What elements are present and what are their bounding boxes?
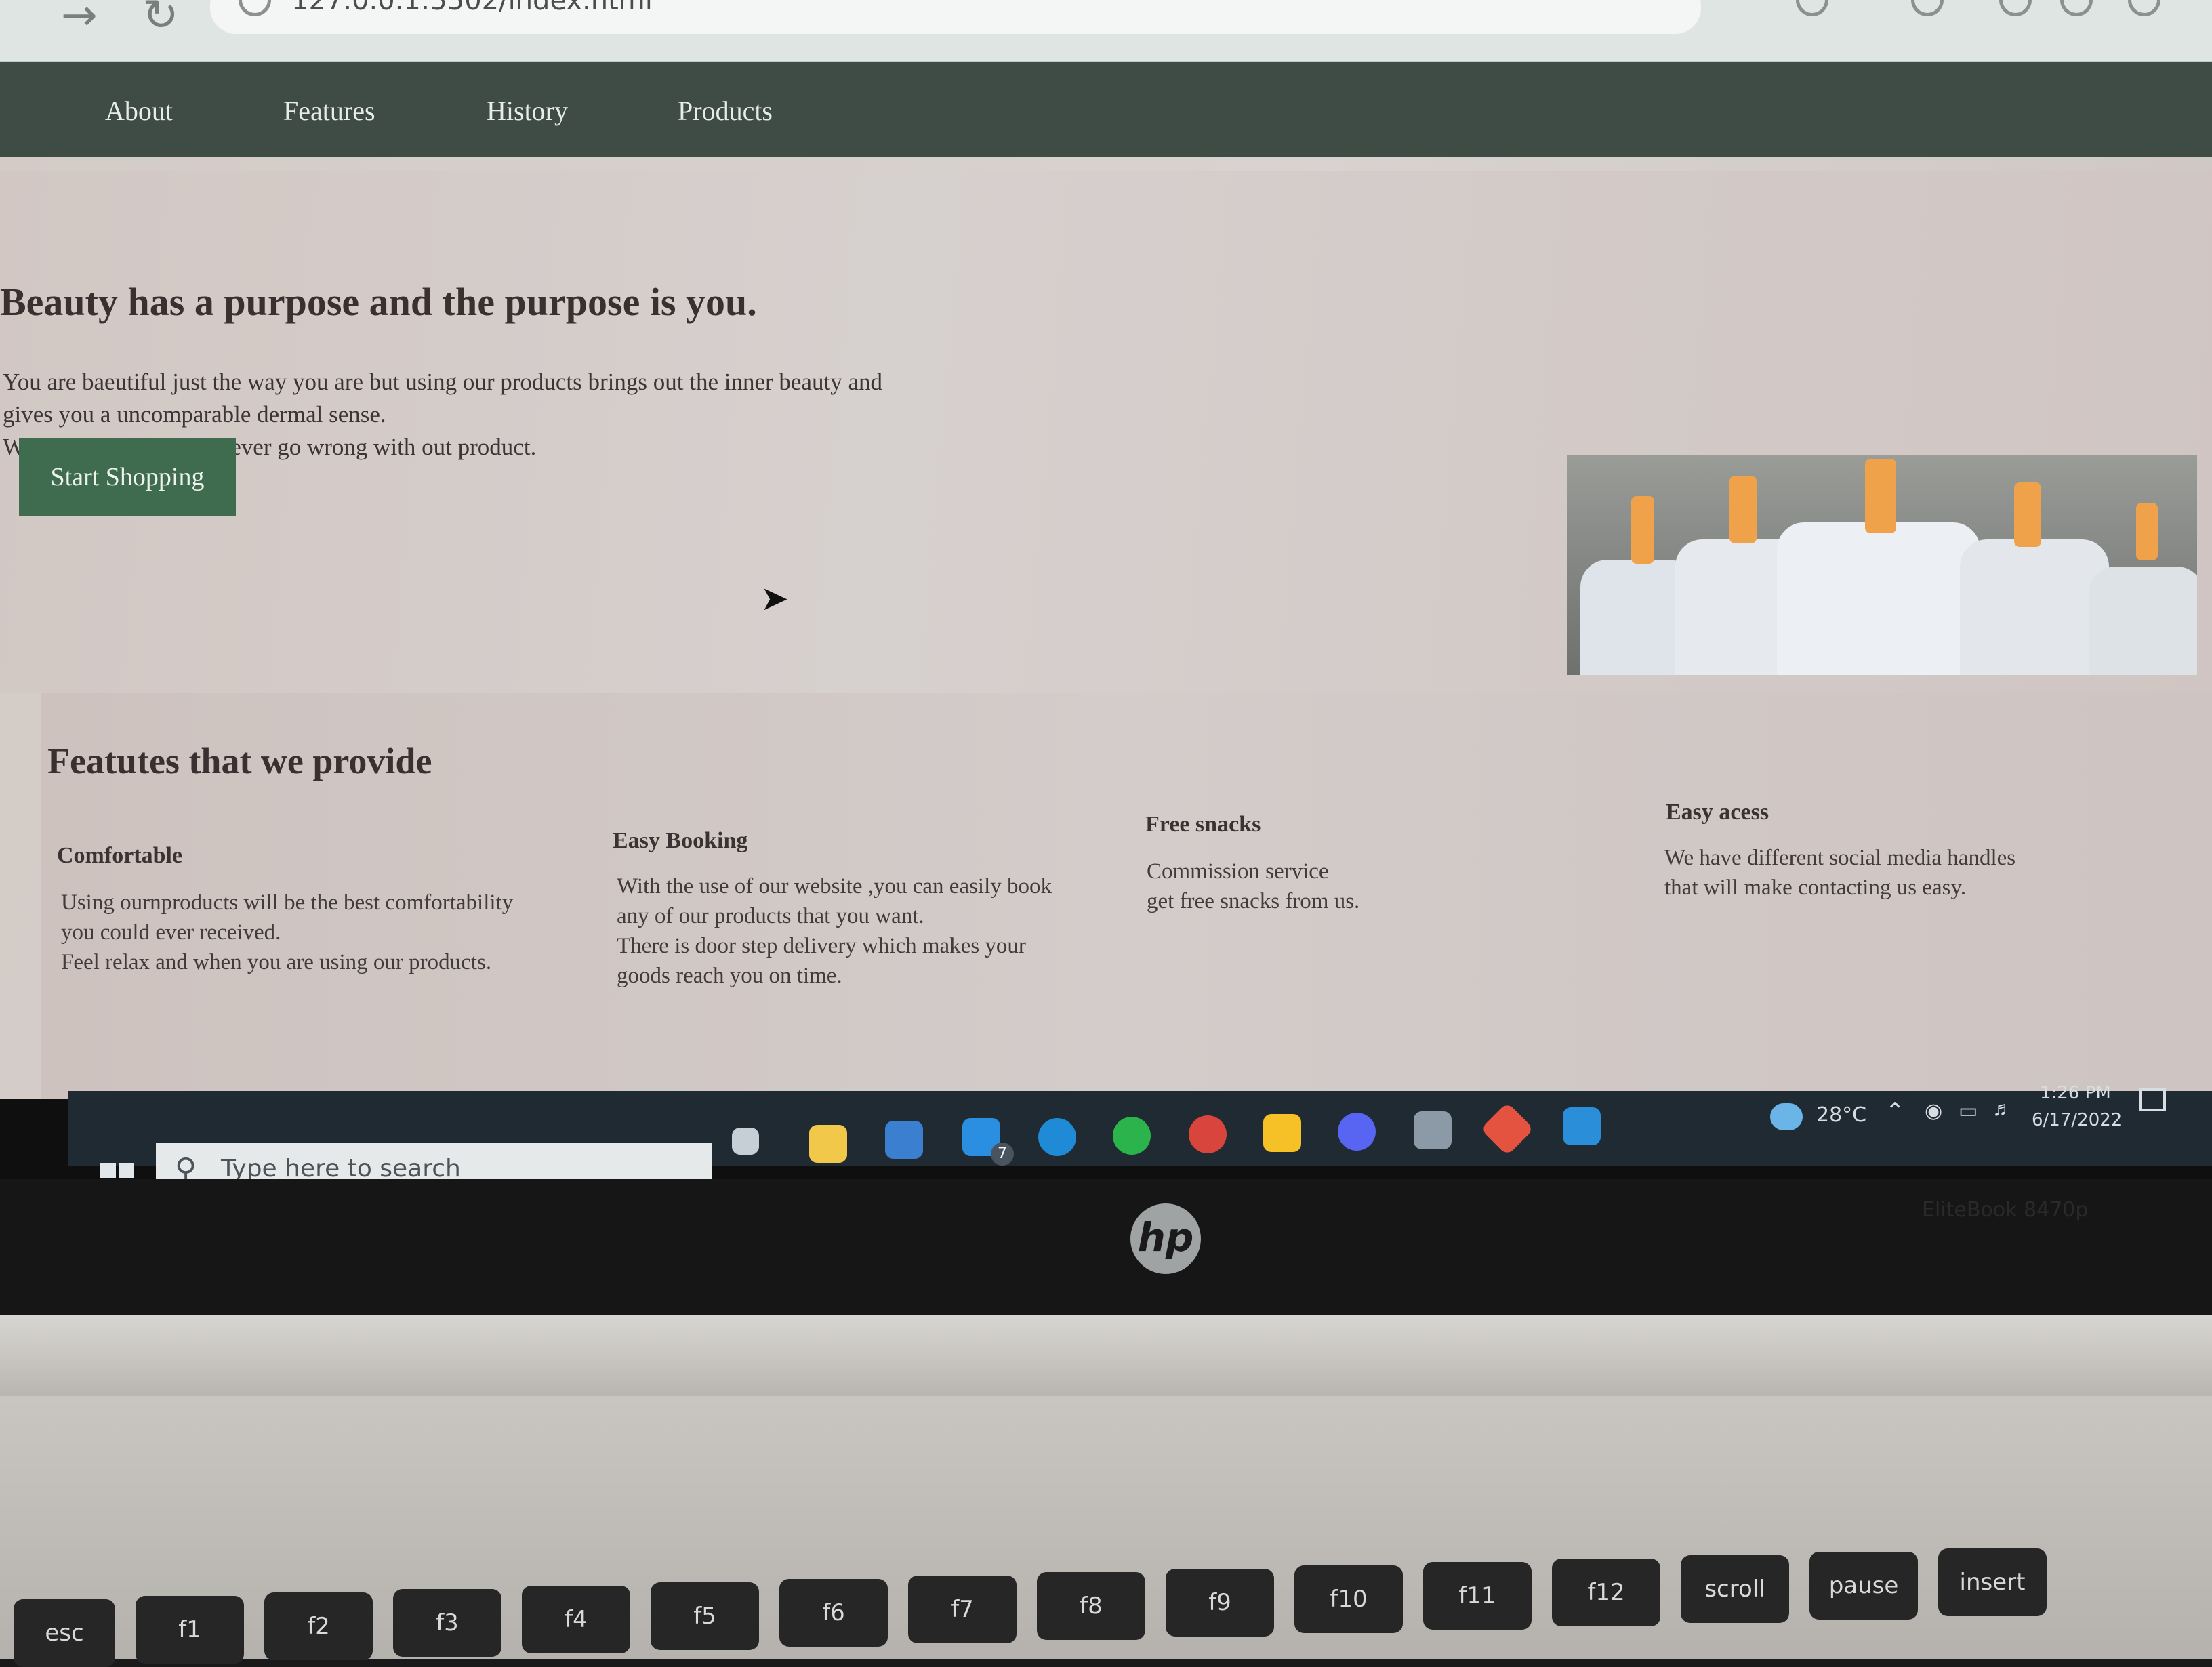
collections-icon[interactable] [1911,0,1944,16]
feature-text-comfortable: Using ournproducts will be the best comf… [61,888,617,977]
vscode-icon[interactable] [1563,1107,1601,1145]
laptop-model-label: EliteBook 8470p [1922,1198,2089,1222]
search-icon: ⚲ [175,1153,197,1179]
volume-icon[interactable]: ♬ [1992,1098,2013,1121]
store-icon[interactable] [885,1121,923,1159]
google-drive-icon[interactable] [1263,1114,1301,1152]
network-icon[interactable]: ◉ [1925,1099,1942,1123]
nav-history[interactable]: History [487,95,568,127]
key-f12[interactable]: f12 [1552,1559,1660,1626]
key-f10[interactable]: f10 [1294,1565,1403,1633]
key-scroll[interactable]: scroll [1681,1555,1789,1623]
weather-icon[interactable] [1770,1103,1803,1130]
key-f7[interactable]: f7 [908,1576,1017,1643]
task-view-icon[interactable] [732,1128,759,1155]
key-esc[interactable]: esc [14,1599,115,1667]
chevron-up-icon[interactable]: ⌃ [1885,1098,1905,1125]
feature-line: Feel relax and when you are using our pr… [61,950,492,974]
web-page: About Features History Products Beauty h… [0,62,2212,1099]
feature-line: Commission service [1147,859,1329,884]
product-bottles-image [1567,455,2197,675]
key-f11[interactable]: f11 [1423,1562,1532,1630]
nav-products[interactable]: Products [678,95,773,127]
features-title: Featutes that we provide [47,741,432,781]
discord-icon[interactable] [1338,1113,1376,1151]
key-f9[interactable]: f9 [1166,1569,1274,1637]
reload-icon[interactable]: ↻ [142,0,179,41]
tab-icon[interactable] [2060,0,2093,16]
battery-icon[interactable]: ▭ [1959,1099,1978,1123]
notification-icon[interactable] [2139,1088,2166,1111]
key-f6[interactable]: f6 [779,1579,888,1647]
feature-line: get free snacks from us. [1147,889,1360,913]
key-f2[interactable]: f2 [264,1592,373,1660]
feature-line: There is door step delivery which makes … [617,934,1026,958]
hp-logo: hp [1130,1203,1201,1274]
feature-line: that will make contacting us easy. [1664,876,1967,900]
edge-icon[interactable] [1038,1118,1076,1156]
app-icon[interactable] [1414,1111,1452,1149]
feature-line: any of our products that you want. [617,904,924,928]
hero-intro-line: You are baeutiful just the way you are b… [3,369,882,395]
profile-icon[interactable] [2128,0,2160,16]
feature-title-easy-access: Easy acess [1666,800,1769,825]
feature-title-comfortable: Comfortable [57,843,183,868]
clock-time[interactable]: 1:26 PM [2040,1083,2111,1103]
chrome-icon[interactable] [1189,1115,1227,1153]
browser-toolbar: → ↻ 127.0.0.1:5502/index.html [0,0,2212,62]
feature-line: you could ever received. [61,920,281,945]
url-text[interactable]: 127.0.0.1:5502/index.html [291,0,653,16]
feature-title-easy-booking: Easy Booking [613,828,748,853]
extension-icon[interactable] [1796,0,1828,16]
feature-text-easy-access: We have different social media handles t… [1664,843,2098,903]
hero-headline: Beauty has a purpose and the purpose is … [0,280,757,324]
key-f5[interactable]: f5 [651,1582,759,1650]
key-insert[interactable]: insert [1938,1548,2047,1616]
key-f3[interactable]: f3 [393,1589,501,1657]
clock-date[interactable]: 6/17/2022 [2032,1110,2122,1130]
nav-features[interactable]: Features [283,95,375,127]
feature-line: goods reach you on time. [617,964,842,988]
start-shopping-button[interactable]: Start Shopping [19,438,236,516]
key-f8[interactable]: f8 [1037,1572,1145,1640]
file-explorer-icon[interactable] [809,1125,847,1163]
key-f1[interactable]: f1 [136,1596,244,1664]
nav-about[interactable]: About [105,95,173,127]
windows-start-icon[interactable] [100,1163,134,1179]
key-f4[interactable]: f4 [522,1586,630,1653]
key-pause[interactable]: pause [1809,1552,1918,1620]
laptop-screen: → ↻ 127.0.0.1:5502/index.html About Feat… [0,0,2212,1179]
feature-text-free-snacks: Commission service get free snacks from … [1147,857,1526,916]
top-navigation: About Features History Products [0,62,2212,157]
feature-title-free-snacks: Free snacks [1145,812,1261,837]
feature-line: Using ournproducts will be the best comf… [61,890,514,915]
taskbar-search-placeholder: Type here to search [221,1155,461,1179]
weather-temperature[interactable]: 28°C [1816,1103,1866,1127]
feature-line: We have different social media handles [1664,846,2016,870]
whatsapp-icon[interactable] [1113,1117,1151,1155]
hero-intro-line: gives you a uncomparable dermal sense. [3,401,386,428]
forward-icon[interactable]: → [61,0,98,41]
feature-text-easy-booking: With the use of our website ,you can eas… [617,871,1145,991]
feature-line: With the use of our website ,you can eas… [617,874,1052,899]
mouse-cursor-icon: ➤ [760,579,789,617]
mail-badge: 7 [991,1143,1014,1166]
favorites-icon[interactable] [1999,0,2032,16]
laptop-hinge [0,1315,2212,1396]
